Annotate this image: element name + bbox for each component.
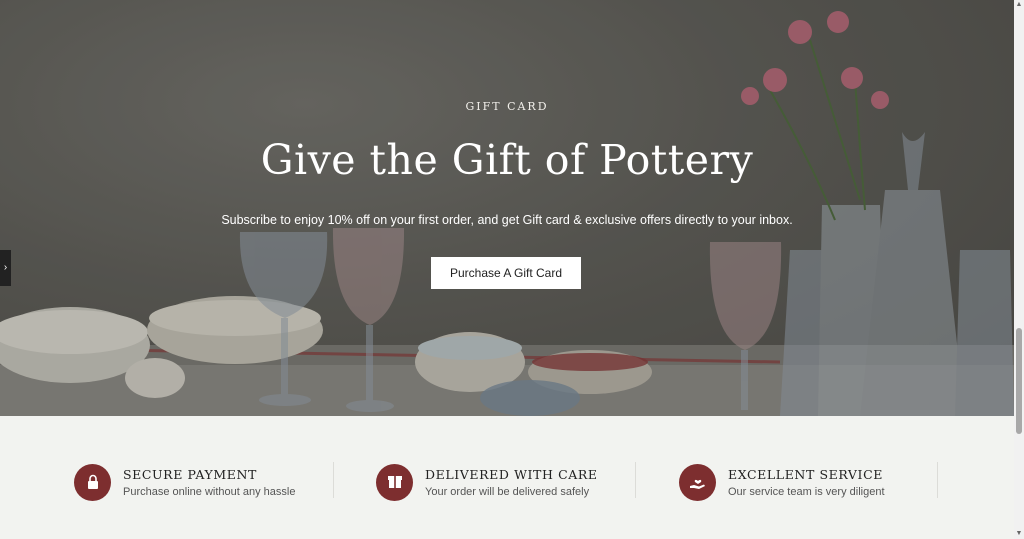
feature-delivered-with-care: DELIVERED WITH CARE Your order will be d… [376,462,598,502]
feature-secure-payment: SECURE PAYMENT Purchase online without a… [74,462,295,502]
hand-heart-icon [679,463,716,501]
feature-divider [333,462,334,498]
hero-title: Give the Gift of Pottery [260,136,754,184]
feature-title: EXCELLENT SERVICE [728,466,883,482]
feature-title: DELIVERED WITH CARE [425,466,598,482]
feature-title: SECURE PAYMENT [123,466,257,482]
hero-overlay [0,0,1014,416]
chevron-right-icon: › [3,262,8,273]
scrollbar-thumb[interactable] [1016,328,1022,434]
hero-subtitle: Subscribe to enjoy 10% off on your first… [221,213,793,227]
hero-eyebrow: GIFT CARD [465,100,549,113]
feature-excellent-service: EXCELLENT SERVICE Our service team is ve… [679,462,885,502]
purchase-gift-card-button[interactable]: Purchase A Gift Card [431,257,581,289]
box-icon [376,463,413,501]
feature-divider [635,462,636,498]
lock-icon [74,463,111,501]
side-panel-toggle[interactable]: › [0,250,11,286]
page-scrollbar[interactable]: ▲ ▼ [1014,0,1024,539]
scroll-down-arrow-icon[interactable]: ▼ [1014,529,1024,539]
feature-description: Your order will be delivered safely [425,485,590,498]
hero-banner: GIFT CARD Give the Gift of Pottery Subsc… [0,0,1014,416]
scroll-up-arrow-icon[interactable]: ▲ [1014,0,1024,10]
feature-description: Our service team is very diligent [728,485,885,498]
feature-divider [937,462,938,498]
features-strip: SECURE PAYMENT Purchase online without a… [0,416,1014,539]
feature-description: Purchase online without any hassle [123,485,296,498]
